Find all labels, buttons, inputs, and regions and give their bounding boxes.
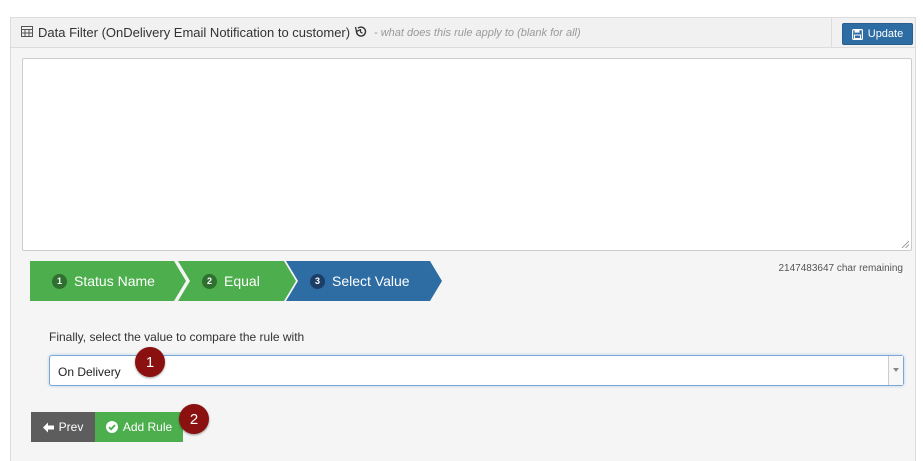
chevron-down-icon xyxy=(893,368,899,372)
history-icon[interactable] xyxy=(354,25,367,38)
data-filter-panel: Data Filter (OnDelivery Email Notificati… xyxy=(10,17,916,461)
step-label: Select Value xyxy=(332,273,410,289)
header-divider xyxy=(831,18,832,48)
panel-header: Data Filter (OnDelivery Email Notificati… xyxy=(11,18,915,48)
resize-handle-icon[interactable] xyxy=(901,240,909,248)
filter-textarea[interactable] xyxy=(22,58,912,251)
prev-button[interactable]: Prev xyxy=(31,412,95,442)
step-status-name[interactable]: 1 Status Name xyxy=(30,261,186,301)
check-circle-icon xyxy=(105,421,118,433)
select-dropdown-toggle[interactable] xyxy=(888,356,903,385)
step-label: Status Name xyxy=(74,273,155,289)
panel-hint: - what does this rule apply to (blank fo… xyxy=(374,27,581,39)
table-icon xyxy=(21,26,33,37)
prev-button-label: Prev xyxy=(58,420,84,434)
step-select-value[interactable]: 3 Select Value xyxy=(286,261,442,301)
selected-value: On Delivery xyxy=(58,365,121,379)
annotation-badge-2: 2 xyxy=(179,404,209,434)
arrow-left-icon xyxy=(42,422,54,432)
step-number: 1 xyxy=(52,273,67,289)
panel-title: Data Filter (OnDelivery Email Notificati… xyxy=(38,25,351,40)
add-rule-button-label: Add Rule xyxy=(122,420,173,434)
step-equal[interactable]: 2 Equal xyxy=(178,261,296,301)
step-number: 2 xyxy=(202,273,217,289)
step-label: Equal xyxy=(224,273,260,289)
add-rule-button[interactable]: Add Rule xyxy=(95,412,183,442)
step-number: 3 xyxy=(310,273,325,289)
save-icon xyxy=(851,28,863,40)
select-instruction: Finally, select the value to compare the… xyxy=(49,330,305,344)
annotation-badge-1: 1 xyxy=(135,347,165,377)
compare-value-select[interactable]: On Delivery xyxy=(49,355,904,386)
char-remaining-counter: 2147483647 char remaining xyxy=(778,263,903,274)
update-button[interactable]: Update xyxy=(842,23,913,45)
rule-wizard-steps: 1 Status Name 2 Equal 3 Select Value xyxy=(30,261,450,301)
update-button-label: Update xyxy=(867,28,904,40)
